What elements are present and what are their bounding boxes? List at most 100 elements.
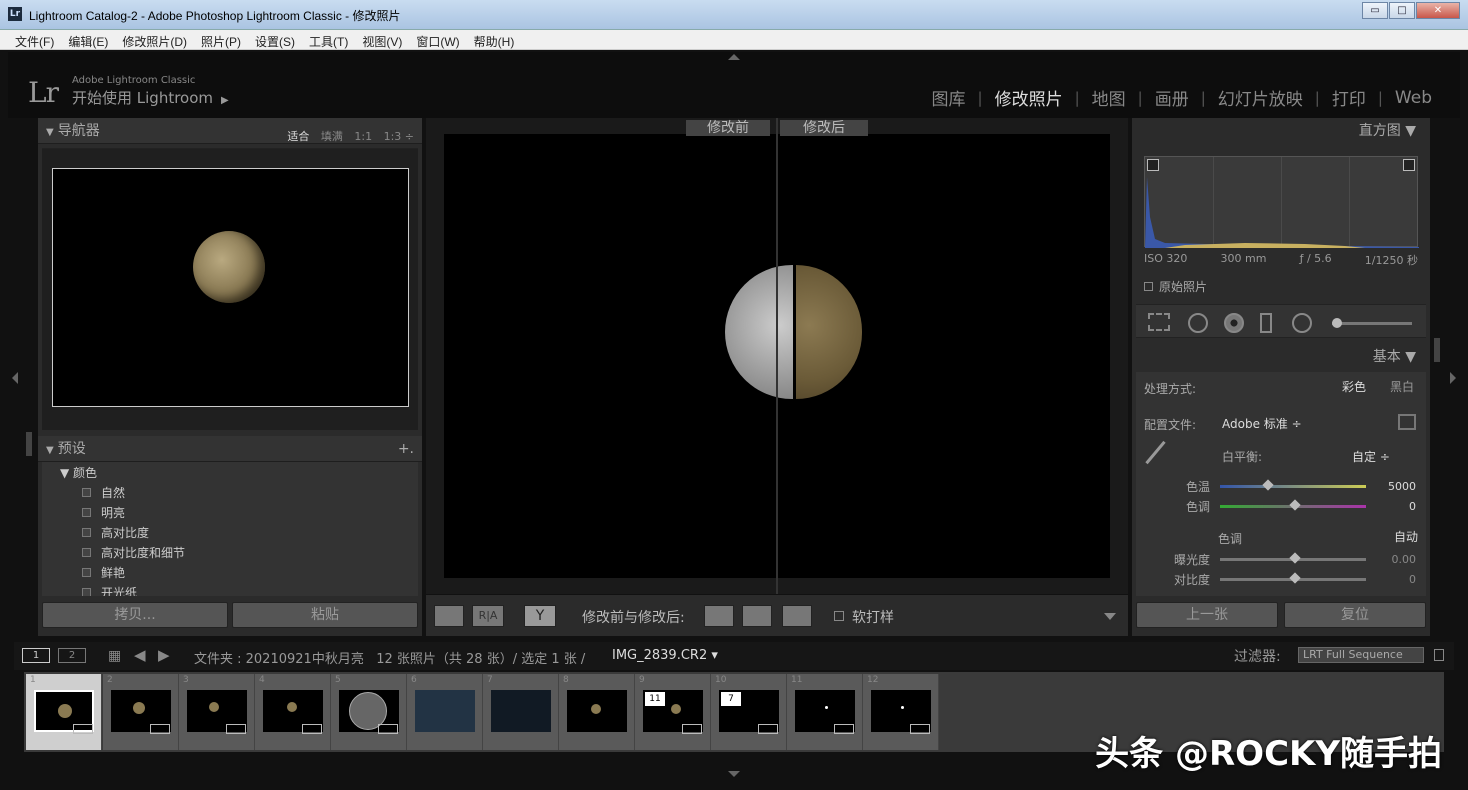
basic-header[interactable]: 基本 ▼ bbox=[1132, 344, 1430, 370]
film-thumb[interactable]: 2 bbox=[103, 674, 179, 750]
treatment-color[interactable]: 彩色 bbox=[1342, 378, 1366, 395]
presets-header[interactable]: ▼ 预设 +. bbox=[38, 436, 422, 462]
exposure-knob[interactable] bbox=[1289, 552, 1301, 564]
exposure-value[interactable]: 0.00 bbox=[1392, 553, 1417, 566]
film-thumb[interactable]: 12 bbox=[863, 674, 939, 750]
menu-edit[interactable]: 编辑(E) bbox=[61, 30, 115, 49]
menu-settings[interactable]: 设置(S) bbox=[248, 30, 302, 49]
preset-folder[interactable]: ▼ 颜色 bbox=[42, 462, 418, 482]
film-thumb[interactable]: 8 bbox=[559, 674, 635, 750]
copy-after-to-before-button[interactable] bbox=[742, 605, 772, 627]
bottom-panel-toggle-icon[interactable] bbox=[728, 771, 740, 777]
add-preset-icon[interactable]: +. bbox=[398, 436, 414, 462]
zoom-1-1[interactable]: 1:1 bbox=[354, 130, 372, 143]
contrast-value[interactable]: 0 bbox=[1409, 573, 1416, 586]
loupe-view-button[interactable] bbox=[434, 605, 464, 627]
temp-value[interactable]: 5000 bbox=[1388, 480, 1416, 493]
module-slideshow[interactable]: 幻灯片放映 bbox=[1206, 85, 1315, 110]
module-library[interactable]: 图库 bbox=[920, 85, 978, 110]
brush-slider[interactable] bbox=[1332, 318, 1412, 328]
right-scrollbar[interactable] bbox=[1434, 338, 1440, 362]
menu-file[interactable]: 文件(F) bbox=[8, 30, 61, 49]
preset-item[interactable]: 高对比度和细节 bbox=[42, 542, 418, 562]
minimize-button[interactable]: ▭ bbox=[1362, 2, 1388, 19]
navigator-header[interactable]: ▼ 导航器 适合 填满 1:1 1:3 ÷ bbox=[38, 118, 422, 144]
before-after-view-button[interactable]: R|A bbox=[472, 605, 504, 627]
tint-knob[interactable] bbox=[1289, 499, 1301, 511]
folder-path[interactable]: 文件夹 : 20210921中秋月亮 12 张照片（共 28 张）/ 选定 1 … bbox=[194, 648, 585, 667]
original-photo-checkbox[interactable] bbox=[1144, 282, 1153, 291]
histogram[interactable] bbox=[1144, 156, 1419, 248]
film-thumb[interactable]: 7 bbox=[483, 674, 559, 750]
zoom-fill[interactable]: 填满 bbox=[321, 130, 343, 143]
histogram-header[interactable]: 直方图 ▼ bbox=[1132, 118, 1430, 144]
module-book[interactable]: 画册 bbox=[1143, 85, 1201, 110]
left-panel-toggle-icon[interactable] bbox=[12, 372, 18, 384]
exposure-slider[interactable] bbox=[1220, 552, 1366, 564]
profile-select[interactable]: Adobe 标准 ÷ bbox=[1222, 415, 1302, 432]
copy-before-to-after-button[interactable] bbox=[704, 605, 734, 627]
filter-select[interactable]: LRT Full Sequence bbox=[1298, 647, 1424, 663]
toolbar-menu-icon[interactable] bbox=[1104, 613, 1116, 620]
zoom-1-3[interactable]: 1:3 ÷ bbox=[384, 130, 414, 143]
crop-tool-icon[interactable] bbox=[1148, 313, 1170, 331]
film-thumb[interactable]: 3 bbox=[179, 674, 255, 750]
preset-item[interactable]: 明亮 bbox=[42, 502, 418, 522]
treatment-bw[interactable]: 黑白 bbox=[1390, 378, 1414, 395]
menu-help[interactable]: 帮助(H) bbox=[467, 30, 522, 49]
film-thumb[interactable]: 11 bbox=[787, 674, 863, 750]
temp-knob[interactable] bbox=[1262, 479, 1274, 491]
right-panel-toggle-icon[interactable] bbox=[1450, 372, 1456, 384]
temp-slider[interactable] bbox=[1220, 479, 1366, 491]
brush-knob[interactable] bbox=[1332, 318, 1342, 328]
profile-browser-icon[interactable] bbox=[1398, 414, 1416, 430]
tint-value[interactable]: 0 bbox=[1409, 500, 1416, 513]
stack-count-badge[interactable]: 7 bbox=[721, 692, 741, 706]
radial-filter-icon[interactable] bbox=[1292, 313, 1312, 333]
navigator-image[interactable] bbox=[52, 168, 409, 407]
module-develop[interactable]: 修改照片 bbox=[983, 85, 1075, 110]
identity-plate[interactable]: 开始使用 Lightroom ▶ bbox=[72, 87, 229, 108]
contrast-knob[interactable] bbox=[1289, 572, 1301, 584]
filter-lock-icon[interactable] bbox=[1434, 649, 1444, 661]
filename[interactable]: IMG_2839.CR2 ▾ bbox=[612, 648, 718, 663]
left-scrollbar[interactable] bbox=[26, 432, 32, 456]
window-2-button[interactable]: 2 bbox=[58, 648, 86, 663]
preset-item[interactable]: 开光纸 bbox=[42, 582, 418, 596]
module-map[interactable]: 地图 bbox=[1080, 85, 1138, 110]
contrast-slider[interactable] bbox=[1220, 572, 1366, 584]
spot-removal-icon[interactable] bbox=[1188, 313, 1208, 333]
preset-item[interactable]: 鲜艳 bbox=[42, 562, 418, 582]
menu-tools[interactable]: 工具(T) bbox=[302, 30, 355, 49]
forward-arrow-icon[interactable]: ▶ bbox=[158, 646, 170, 664]
film-thumb[interactable]: 6 bbox=[407, 674, 483, 750]
tint-slider[interactable] bbox=[1220, 499, 1366, 511]
close-button[interactable]: ✕ bbox=[1416, 2, 1460, 19]
auto-tone-button[interactable]: 自动 bbox=[1394, 528, 1418, 545]
wb-select[interactable]: 自定 ÷ bbox=[1352, 448, 1390, 465]
split-divider[interactable] bbox=[776, 118, 778, 594]
module-print[interactable]: 打印 bbox=[1320, 85, 1378, 110]
module-web[interactable]: Web bbox=[1383, 88, 1444, 108]
zoom-fit[interactable]: 适合 bbox=[287, 130, 309, 143]
menu-photo[interactable]: 照片(P) bbox=[194, 30, 248, 49]
navigator-preview[interactable] bbox=[42, 148, 418, 430]
reset-button[interactable]: 复位 bbox=[1284, 602, 1426, 628]
split-view-button[interactable]: Y bbox=[524, 605, 556, 627]
original-photo-toggle[interactable]: 原始照片 bbox=[1144, 278, 1207, 295]
stack-count-badge[interactable]: 11 bbox=[645, 692, 665, 706]
menu-develop[interactable]: 修改照片(D) bbox=[115, 30, 194, 49]
back-arrow-icon[interactable]: ◀ bbox=[134, 646, 146, 664]
preset-item[interactable]: 高对比度 bbox=[42, 522, 418, 542]
film-thumb[interactable]: 10 7 bbox=[711, 674, 787, 750]
top-panel-toggle-icon[interactable] bbox=[728, 54, 740, 60]
paste-button[interactable]: 粘贴 bbox=[232, 602, 418, 628]
red-eye-icon[interactable] bbox=[1224, 313, 1244, 333]
film-thumb[interactable]: 9 11 bbox=[635, 674, 711, 750]
preset-item[interactable]: 自然 bbox=[42, 482, 418, 502]
window-1-button[interactable]: 1 bbox=[22, 648, 50, 663]
maximize-button[interactable]: □ bbox=[1389, 2, 1415, 19]
film-thumb[interactable]: 1 bbox=[26, 674, 102, 750]
copy-button[interactable]: 拷贝... bbox=[42, 602, 228, 628]
graduated-filter-icon[interactable] bbox=[1260, 313, 1272, 333]
